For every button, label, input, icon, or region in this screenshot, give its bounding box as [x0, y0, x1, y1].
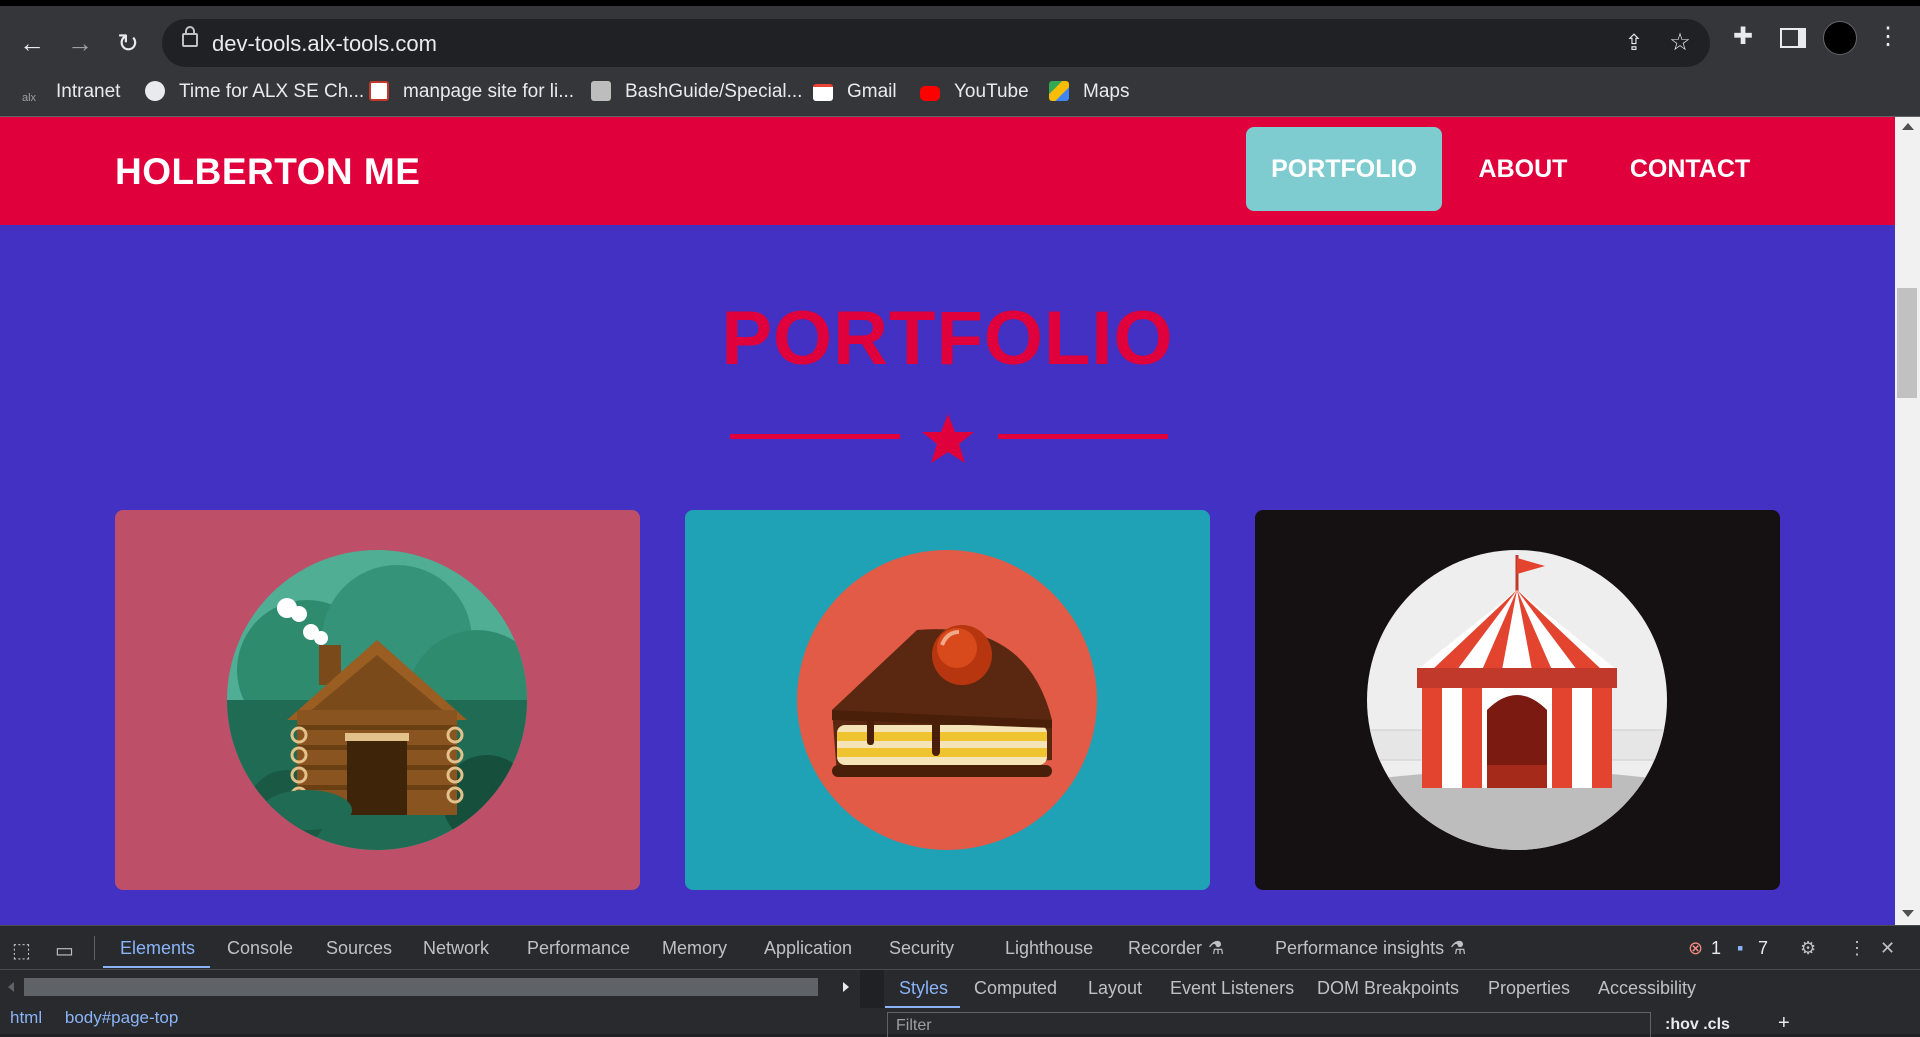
styles-tab-styles[interactable]: Styles: [899, 978, 948, 999]
bookmark-label: Time for ALX SE Ch...: [179, 81, 365, 102]
bookmark-manpage[interactable]: manpage site for li...: [369, 78, 574, 106]
scroll-left-arrow-icon[interactable]: [8, 982, 14, 992]
cabin-illustration: [227, 550, 527, 850]
tab-security[interactable]: Security: [889, 938, 954, 959]
styles-tab-event-listeners[interactable]: Event Listeners: [1170, 978, 1294, 999]
active-styles-tab-indicator: [885, 1006, 960, 1008]
bookmark-label: Maps: [1083, 81, 1130, 102]
bookmark-label: Gmail: [847, 81, 897, 102]
back-arrow-icon[interactable]: ←: [14, 25, 50, 61]
cake-illustration: [797, 550, 1097, 850]
youtube-icon: [920, 86, 940, 101]
portfolio-card-cabin[interactable]: [115, 510, 640, 890]
tab-application[interactable]: Application: [764, 938, 852, 959]
site-brand[interactable]: HOLBERTON ME: [115, 151, 420, 193]
bookmark-maps[interactable]: Maps: [1049, 78, 1129, 106]
page-scroll-thumb[interactable]: [1897, 288, 1917, 398]
tab-network[interactable]: Network: [423, 938, 489, 959]
nav-portfolio-link[interactable]: PORTFOLIO: [1246, 127, 1442, 211]
scroll-right-arrow-icon[interactable]: [843, 982, 849, 992]
share-icon[interactable]: ⇪: [1616, 25, 1652, 61]
close-icon[interactable]: ✕: [1880, 938, 1895, 959]
error-count[interactable]: 1: [1711, 938, 1721, 959]
address-bar[interactable]: dev-tools.alx-tools.com ⇪ ☆: [162, 19, 1710, 67]
nav-about-link[interactable]: ABOUT: [1462, 127, 1584, 211]
error-icon: ⊗: [1688, 938, 1704, 958]
manpage-favicon-icon: [369, 81, 389, 101]
active-tab-indicator: [103, 966, 210, 968]
section-title: PORTFOLIO: [721, 296, 1174, 381]
forward-arrow-icon[interactable]: →: [62, 25, 98, 61]
settings-gear-icon[interactable]: ⚙: [1800, 938, 1816, 959]
page-scrollbar[interactable]: [1895, 117, 1920, 925]
devtools-panel: ⬚ ▭ Elements Console Sources Network Per…: [0, 925, 1920, 1037]
bookmark-youtube[interactable]: YouTube: [920, 78, 1029, 106]
styles-filter-input[interactable]: Filter: [887, 1012, 1651, 1037]
scroll-up-arrow-icon[interactable]: [1902, 123, 1914, 130]
globe-icon: [145, 81, 165, 101]
breadcrumb-html[interactable]: html: [10, 1008, 42, 1027]
reload-icon[interactable]: ↻: [110, 25, 146, 61]
bookmarks-bar: alx Intranet Time for ALX SE Ch... manpag…: [0, 68, 1920, 117]
bookmark-time-for-alx[interactable]: Time for ALX SE Ch...: [145, 78, 364, 106]
styles-tab-dom-breakpoints[interactable]: DOM Breakpoints: [1317, 978, 1459, 999]
portfolio-card-cake[interactable]: [685, 510, 1210, 890]
flask-icon: ⚗: [1208, 938, 1225, 958]
maps-icon: [1049, 81, 1069, 101]
side-panel-icon[interactable]: [1780, 28, 1806, 48]
divider-line-right: [998, 434, 1168, 439]
bookmark-label: YouTube: [954, 81, 1029, 102]
hov-cls-toggle[interactable]: :hov .cls: [1665, 1016, 1730, 1034]
lock-icon: [182, 26, 198, 47]
filter-placeholder: Filter: [896, 1017, 932, 1034]
breadcrumb: html body#page-top: [10, 1008, 178, 1028]
bookmark-gmail[interactable]: Gmail: [813, 78, 897, 106]
portfolio-card-circus[interactable]: [1255, 510, 1780, 890]
bashguide-favicon-icon: [591, 81, 611, 101]
tab-recorder[interactable]: Recorder: [1128, 938, 1202, 959]
bookmark-label: BashGuide/Special...: [625, 81, 803, 102]
bookmark-star-icon[interactable]: ☆: [1662, 25, 1698, 61]
star-icon: [922, 414, 974, 463]
bookmark-intranet[interactable]: alx Intranet: [22, 78, 120, 106]
tab-console[interactable]: Console: [227, 938, 293, 959]
tab-memory[interactable]: Memory: [662, 938, 727, 959]
tab-performance-insights[interactable]: Performance insights: [1275, 938, 1444, 959]
extensions-puzzle-icon[interactable]: ✚: [1725, 19, 1761, 55]
browser-toolbar: ← → ↻ dev-tools.alx-tools.com ⇪ ☆ ✚ ⋮: [0, 6, 1920, 68]
elements-horizontal-scrollbar[interactable]: [24, 978, 818, 996]
tab-sources[interactable]: Sources: [326, 938, 392, 959]
site-navbar: HOLBERTON ME PORTFOLIO ABOUT CONTACT: [0, 117, 1895, 225]
url-text: dev-tools.alx-tools.com: [212, 31, 437, 56]
styles-tab-accessibility[interactable]: Accessibility: [1598, 978, 1696, 999]
profile-avatar[interactable]: [1823, 21, 1857, 55]
styles-tab-computed[interactable]: Computed: [974, 978, 1057, 999]
tab-elements[interactable]: Elements: [120, 938, 195, 959]
gmail-icon: [813, 84, 833, 101]
nav-contact-link[interactable]: CONTACT: [1612, 127, 1768, 211]
bookmark-label: Intranet: [56, 81, 121, 102]
inspect-element-icon[interactable]: ⬚: [12, 938, 31, 963]
page-viewport: HOLBERTON ME PORTFOLIO ABOUT CONTACT POR…: [0, 117, 1895, 925]
new-style-rule-icon[interactable]: +: [1778, 1012, 1790, 1035]
bookmark-label: manpage site for li...: [403, 81, 575, 102]
tab-lighthouse[interactable]: Lighthouse: [1005, 938, 1093, 959]
tab-performance[interactable]: Performance: [527, 938, 630, 959]
toolbar-divider: [94, 936, 95, 960]
menu-kebab-icon[interactable]: ⋮: [1870, 19, 1906, 55]
panel-splitter[interactable]: [860, 970, 884, 1008]
message-count[interactable]: 7: [1758, 938, 1768, 959]
divider-line-left: [730, 434, 900, 439]
bookmark-bashguide[interactable]: BashGuide/Special...: [591, 78, 802, 106]
message-icon: ▪: [1737, 938, 1744, 958]
scroll-down-arrow-icon[interactable]: [1902, 910, 1914, 917]
alx-logo-icon: alx: [22, 84, 44, 104]
device-toolbar-icon[interactable]: ▭: [55, 938, 74, 963]
flask-icon: ⚗: [1450, 938, 1467, 958]
devtools-menu-icon[interactable]: ⋮: [1848, 938, 1866, 959]
styles-tab-layout[interactable]: Layout: [1088, 978, 1142, 999]
styles-tab-properties[interactable]: Properties: [1488, 978, 1570, 999]
circus-illustration: [1367, 550, 1667, 850]
breadcrumb-body[interactable]: body#page-top: [65, 1008, 178, 1027]
